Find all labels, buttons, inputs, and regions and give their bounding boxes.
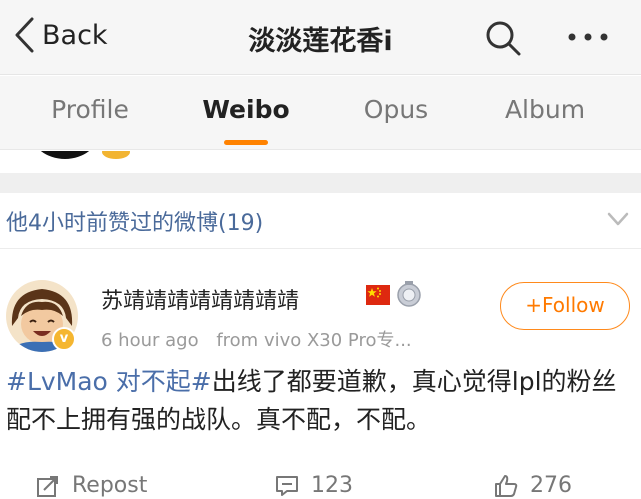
comment-icon — [276, 475, 298, 496]
weibo-post: v 苏靖靖靖靖靖靖靖靖 6 hour ago from vivo X30 Pro… — [0, 250, 641, 499]
tab-profile[interactable]: Profile — [48, 95, 132, 124]
top-nav-bar: Back 淡淡莲花香i — [0, 0, 641, 75]
hashtag-link[interactable]: #LvMao 对不起# — [6, 367, 212, 396]
tab-opus[interactable]: Opus — [358, 95, 434, 124]
like-count: 276 — [530, 473, 572, 498]
active-tab-indicator — [224, 140, 268, 145]
liked-posts-header[interactable]: 他4小时前赞过的微博(19) — [0, 193, 641, 249]
follow-button[interactable]: +Follow — [500, 282, 630, 330]
previous-post-fragment — [0, 151, 641, 173]
partial-badge-icon — [102, 151, 130, 159]
comment-count: 123 — [311, 473, 353, 498]
repost-label: Repost — [72, 473, 148, 498]
post-author-name[interactable]: 苏靖靖靖靖靖靖靖靖 — [101, 283, 299, 315]
partial-avatar — [30, 151, 100, 159]
post-content: #LvMao 对不起#出线了都要道歉，真心觉得lpl的粉丝配不上拥有强的战队。真… — [6, 363, 636, 439]
more-icon[interactable] — [564, 22, 612, 52]
back-label: Back — [42, 19, 108, 51]
profile-tabs: Profile Weibo Opus Album — [0, 76, 641, 150]
repost-icon — [37, 475, 58, 497]
repost-button[interactable]: Repost — [36, 473, 147, 498]
like-button[interactable]: 276 — [494, 473, 572, 498]
chevron-left-icon — [15, 17, 34, 53]
tab-album[interactable]: Album — [503, 95, 587, 124]
liked-posts-label: 他4小时前赞过的微博(19) — [6, 211, 264, 236]
search-icon[interactable] — [483, 18, 523, 58]
comment-button[interactable]: 123 — [275, 473, 353, 498]
post-actions: Repost 123 276 — [0, 467, 641, 499]
chevron-down-icon[interactable] — [606, 209, 630, 229]
back-button[interactable]: Back — [12, 16, 108, 54]
post-time: 6 hour ago — [101, 330, 199, 351]
post-meta: 6 hour ago from vivo X30 Pro专... — [101, 326, 412, 352]
medal-icon — [397, 281, 421, 307]
section-divider — [0, 173, 641, 193]
like-icon — [495, 474, 518, 497]
china-flag-icon — [366, 285, 390, 305]
post-source: from vivo X30 Pro专... — [216, 330, 412, 351]
verified-badge-icon: v — [52, 327, 76, 351]
tab-weibo[interactable]: Weibo — [202, 95, 290, 124]
